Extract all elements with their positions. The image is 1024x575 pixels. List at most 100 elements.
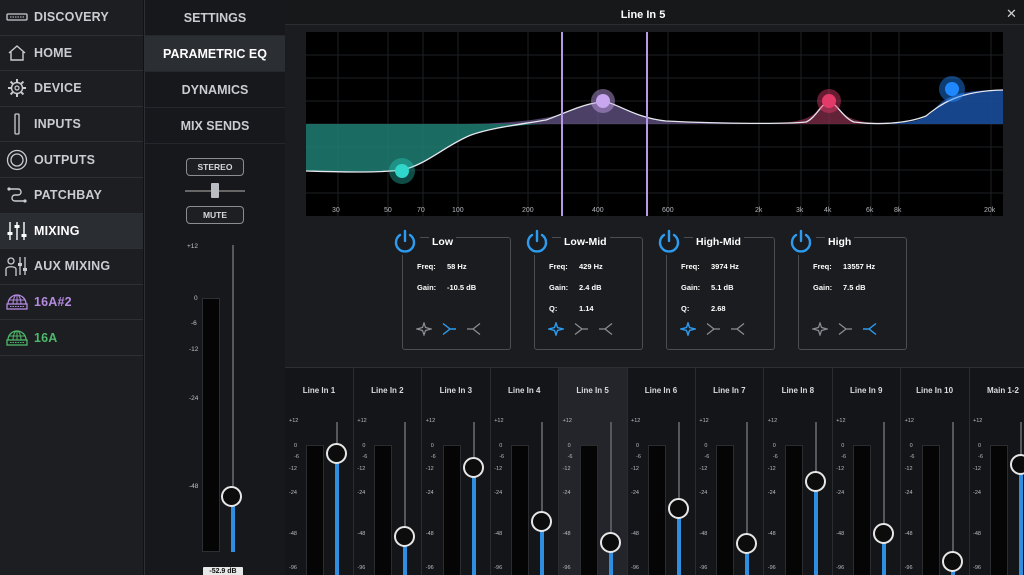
channel-level-meter [202, 298, 220, 552]
bell-filter-icon[interactable] [546, 320, 566, 338]
tab-dynamics[interactable]: DYNAMICS [145, 72, 285, 108]
gain-label: Gain: [681, 283, 701, 292]
sidebar-item-label: AUX MIXING [34, 259, 111, 274]
channel-strip[interactable]: Line In 8 +12 0 -6 -12 -24 -48 -96 [764, 368, 833, 575]
freq-tick-label: 2k [755, 207, 763, 214]
eq-frequency-graph[interactable]: 30 50 70 100 200 400 600 2k 3k 4k 6k 8k … [306, 32, 1003, 216]
patchbay-icon [0, 185, 34, 205]
scale-label: -12 [836, 466, 845, 472]
channel-strip[interactable]: Line In 1 +12 0 -6 -12 -24 -48 -96 [285, 368, 354, 575]
scale-label: -6 [499, 454, 505, 460]
channel-fader-knob[interactable] [941, 551, 963, 573]
freq-row[interactable]: Freq: 58 Hz [417, 262, 467, 271]
scale-label: -24 [904, 490, 913, 496]
scale-label: -48 [767, 531, 776, 537]
fader-db-readout: -52.9 dB [203, 567, 243, 575]
sidebar-item-device[interactable]: DEVICE [0, 71, 143, 107]
band-panel-low: Low Freq: 58 Hz Gain: -10.5 dB [390, 227, 513, 350]
bell-filter-icon[interactable] [810, 321, 830, 337]
power-icon[interactable] [390, 227, 420, 255]
channel-strip[interactable]: Line In 5 +12 0 -6 -12 -24 -48 -96 [558, 368, 628, 575]
high-shelf-icon[interactable] [466, 322, 482, 336]
channel-level-meter [442, 445, 461, 575]
stereo-button[interactable]: STEREO [186, 158, 244, 176]
freq-row[interactable]: Freq: 429 Hz [549, 262, 603, 271]
sidebar-item-label: PATCHBAY [34, 188, 103, 203]
filter-shape-group [678, 320, 746, 338]
low-shelf-icon[interactable] [837, 322, 853, 336]
tab-parametric-eq[interactable]: PARAMETRIC EQ [145, 36, 285, 72]
sidebar-item-16a-2[interactable]: 16A#2 [0, 285, 143, 321]
low-shelf-icon[interactable] [441, 322, 457, 336]
scale-label: -24 [189, 395, 199, 402]
channel-fader-knob[interactable] [531, 510, 553, 532]
sidebar-item-mixing[interactable]: MIXING [0, 213, 143, 250]
sidebar-item-discovery[interactable]: DISCOVERY [0, 0, 143, 36]
sidebar-item-outputs[interactable]: OUTPUTS [0, 142, 143, 178]
channel-strip[interactable]: Line In 3 +12 0 -6 -12 -24 -48 -96 [422, 368, 491, 575]
power-icon[interactable] [522, 227, 552, 255]
sidebar-item-16a[interactable]: 16A [0, 320, 143, 356]
low-band-handle[interactable] [389, 158, 415, 184]
bell-filter-icon[interactable] [414, 321, 434, 337]
gain-row[interactable]: Gain: 5.1 dB [681, 283, 734, 292]
channel-fader-knob[interactable] [873, 523, 895, 545]
freq-label: Freq: [549, 262, 568, 271]
gain-row[interactable]: Gain: -10.5 dB [417, 283, 476, 292]
sidebar-item-patchbay[interactable]: PATCHBAY [0, 178, 143, 214]
freq-tick-label: 600 [662, 207, 674, 214]
channel-fader-knob[interactable] [221, 486, 242, 507]
highmid-band-handle[interactable] [817, 89, 841, 113]
channel-fader-knob[interactable] [599, 531, 621, 553]
mute-button[interactable]: MUTE [186, 206, 244, 224]
mixer-strips: Line In 1 +12 0 -6 -12 -24 -48 -96 Line In 2 +12 0… [285, 367, 1024, 575]
low-shelf-icon[interactable] [573, 322, 589, 336]
high-band-handle[interactable] [939, 76, 965, 102]
high-shelf-icon[interactable] [862, 322, 878, 336]
sidebar-item-home[interactable]: HOME [0, 36, 143, 72]
speaker-icon [0, 149, 34, 171]
scale-label: -24 [494, 490, 503, 496]
freq-row[interactable]: Freq: 13557 Hz [813, 262, 875, 271]
channel-fader-knob[interactable] [394, 526, 416, 548]
channel-strip[interactable]: Line In 7 +12 0 -6 -12 -24 -48 -96 [695, 368, 765, 575]
q-row[interactable]: Q: 2.68 [681, 304, 726, 313]
close-icon[interactable]: ✕ [1005, 7, 1018, 20]
power-icon[interactable] [786, 227, 816, 255]
channel-fader-fill [335, 452, 339, 575]
freq-row[interactable]: Freq: 3974 Hz [681, 262, 739, 271]
tab-settings[interactable]: SETTINGS [145, 0, 285, 36]
channel-name: Line In 3 [439, 386, 473, 395]
channel-strip[interactable]: Line In 10 +12 0 -6 -12 -24 -48 -96 [901, 368, 970, 575]
channel-fader-knob[interactable] [1010, 453, 1024, 475]
channel-fader-knob[interactable] [326, 442, 347, 464]
high-shelf-icon[interactable] [598, 322, 614, 336]
bell-filter-icon[interactable] [678, 320, 698, 338]
high-shelf-icon[interactable] [730, 322, 746, 336]
power-icon[interactable] [654, 227, 684, 255]
low-shelf-icon[interactable] [705, 322, 721, 336]
channel-fader-knob[interactable] [736, 533, 758, 555]
freq-tick-label: 100 [452, 207, 464, 214]
sidebar-item-aux-mixing[interactable]: AUX MIXING [0, 249, 143, 285]
channel-fader-knob[interactable] [668, 498, 689, 520]
gain-row[interactable]: Gain: 7.5 dB [813, 283, 866, 292]
channel-fader-knob[interactable] [804, 470, 826, 492]
scale-label: -96 [562, 565, 571, 571]
scale-label: -48 [562, 531, 571, 537]
lowmid-band-handle[interactable] [591, 89, 615, 113]
pan-slider-handle[interactable] [211, 183, 219, 198]
gain-row[interactable]: Gain: 2.4 dB [549, 283, 602, 292]
channel-name: Line In 2 [371, 386, 404, 395]
channel-fader-knob[interactable] [462, 456, 484, 478]
channel-strip[interactable]: Line In 2 +12 0 -6 -12 -24 -48 -96 [353, 368, 423, 575]
channel-strip[interactable]: Line In 6 +12 0 -6 -12 -24 -48 -96 [627, 368, 696, 575]
channel-strip[interactable]: Line In 9 +12 0 -6 -12 -24 -48 -96 [832, 368, 902, 575]
sidebar-item-inputs[interactable]: INPUTS [0, 107, 143, 143]
q-row[interactable]: Q: 1.14 [549, 304, 594, 313]
channel-strip[interactable]: Line In 4 +12 0 -6 -12 -24 -48 -96 [490, 368, 560, 575]
scale-label: 0 [430, 443, 434, 449]
tab-mix-sends[interactable]: MIX SENDS [145, 108, 285, 144]
channel-strip[interactable]: Main 1-2 +12 0 -6 -12 -24 -48 -96 [969, 368, 1024, 575]
lowmid-band-area [456, 101, 826, 124]
